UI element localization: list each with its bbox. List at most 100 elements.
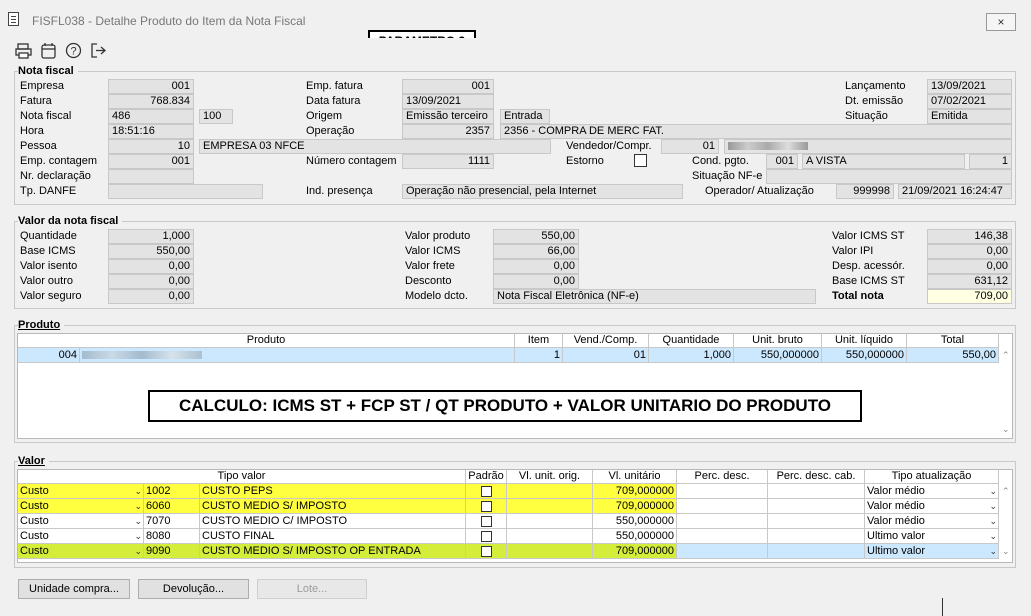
nr-declaracao-field[interactable] (108, 169, 194, 184)
valor-row-vl-unit[interactable]: 709,000000 (593, 499, 677, 514)
col-item[interactable]: Item (515, 334, 563, 348)
desp-acessor-field[interactable]: 0,00 (927, 259, 1012, 274)
valor-row-vl-orig[interactable] (507, 499, 593, 514)
origem-field[interactable]: Emissão terceiro (402, 109, 494, 124)
chevron-down-icon[interactable]: ⌄ (989, 484, 997, 498)
col-produto[interactable]: Produto (18, 334, 515, 348)
valor-row-vl-orig[interactable] (507, 529, 593, 544)
base-icms-field[interactable]: 550,00 (108, 244, 194, 259)
emp-fatura-field[interactable]: 001 (402, 79, 494, 94)
hora-field[interactable]: 18:51:16 (108, 124, 194, 139)
valor-produto-field[interactable]: 550,00 (493, 229, 579, 244)
modelo-field[interactable]: Nota Fiscal Eletrônica (NF-e) (493, 289, 816, 304)
valor-row-atualizacao[interactable]: Valor médio ⌄ (865, 499, 999, 514)
valor-row-tipo[interactable]: Custo ⌄ (18, 499, 144, 514)
operacao-desc-field[interactable]: 2356 - COMPRA DE MERC FAT. (500, 124, 1012, 139)
chevron-down-icon[interactable]: ⌄ (134, 544, 142, 558)
valor-row-vl-unit[interactable]: 709,000000 (593, 484, 677, 499)
valor-row-padrao[interactable] (466, 499, 507, 514)
produto-unit-bruto-cell[interactable]: 550,000000 (734, 348, 822, 363)
valor-row-vl-unit[interactable]: 550,000000 (593, 529, 677, 544)
produto-vend-cell[interactable]: 01 (563, 348, 649, 363)
col-vl-unitario[interactable]: Vl. unitário (593, 470, 677, 484)
cond-pgto-parc-field[interactable]: 1 (969, 154, 1012, 169)
total-nota-field[interactable]: 709,00 (927, 289, 1012, 304)
produto-quantidade-cell[interactable]: 1,000 (649, 348, 734, 363)
valor-ipi-field[interactable]: 0,00 (927, 244, 1012, 259)
valor-row-perc-desc-cab[interactable] (768, 499, 865, 514)
valor-row-perc-desc-cab[interactable] (768, 544, 865, 559)
tp-danfe-field[interactable] (108, 184, 263, 199)
produto-item-cell[interactable]: 1 (515, 348, 563, 363)
scroll-up-icon[interactable]: ⌃ (1002, 350, 1010, 361)
chevron-down-icon[interactable]: ⌄ (989, 514, 997, 528)
situacao-field[interactable]: Emitida (927, 109, 1012, 124)
valor-row-vl-orig[interactable] (507, 484, 593, 499)
chevron-down-icon[interactable]: ⌄ (989, 529, 997, 543)
valor-row-perc-desc-cab[interactable] (768, 529, 865, 544)
produto-name-cell[interactable] (80, 348, 515, 363)
valor-row-code[interactable]: 7070 (144, 514, 200, 529)
col-perc-desc[interactable]: Perc. desc. (677, 470, 768, 484)
scroll-up-icon[interactable]: ⌃ (1002, 486, 1010, 497)
scroll-down-icon[interactable]: ⌄ (1002, 546, 1010, 557)
valor-row-perc-desc[interactable] (677, 499, 768, 514)
situacao-nfe-field[interactable] (766, 169, 1012, 184)
valor-frete-field[interactable]: 0,00 (493, 259, 579, 274)
ind-presenca-field[interactable]: Operação não presencial, pela Internet (402, 184, 683, 199)
produto-total-cell[interactable]: 550,00 (907, 348, 999, 363)
valor-row-padrao[interactable] (466, 514, 507, 529)
valor-row-tipo[interactable]: Custo ⌄ (18, 484, 144, 499)
col-vl-unit-orig[interactable]: Vl. unit. orig. (507, 470, 593, 484)
chevron-down-icon[interactable]: ⌄ (134, 499, 142, 513)
valor-row-desc[interactable]: CUSTO MEDIO S/ IMPOSTO (200, 499, 466, 514)
chevron-down-icon[interactable]: ⌄ (989, 499, 997, 513)
base-icms-st-field[interactable]: 631,12 (927, 274, 1012, 289)
padrao-checkbox[interactable] (480, 515, 492, 527)
col-total[interactable]: Total (907, 334, 999, 348)
cond-pgto-code-field[interactable]: 001 (766, 154, 798, 169)
devolucao-button[interactable]: Devolução... (138, 579, 249, 599)
valor-row-padrao[interactable] (466, 484, 507, 499)
numero-contagem-field[interactable]: 1111 (402, 154, 494, 169)
valor-seguro-field[interactable]: 0,00 (108, 289, 194, 304)
padrao-checkbox[interactable] (480, 485, 492, 497)
desconto-field[interactable]: 0,00 (493, 274, 579, 289)
nota-fiscal-field[interactable]: 486 (108, 109, 194, 124)
col-quantidade[interactable]: Quantidade (649, 334, 734, 348)
valor-row-perc-desc-cab[interactable] (768, 484, 865, 499)
valor-row-perc-desc[interactable] (677, 514, 768, 529)
data-fatura-field[interactable]: 13/09/2021 (402, 94, 494, 109)
calendar-icon[interactable] (40, 42, 58, 60)
produto-code-cell[interactable]: 004 (18, 348, 80, 363)
vendedor-code-field[interactable]: 01 (661, 139, 719, 154)
close-button[interactable]: × (986, 13, 1016, 31)
produto-unit-liquido-cell[interactable]: 550,000000 (822, 348, 907, 363)
col-padrao[interactable]: Padrão (466, 470, 507, 484)
valor-row-tipo[interactable]: Custo ⌄ (18, 514, 144, 529)
help-icon[interactable]: ? (65, 42, 83, 60)
padrao-checkbox[interactable] (480, 545, 492, 557)
valor-row-atualizacao[interactable]: Valor médio ⌄ (865, 484, 999, 499)
valor-icms-st-field[interactable]: 146,38 (927, 229, 1012, 244)
emp-contagem-field[interactable]: 001 (108, 154, 194, 169)
valor-row-perc-desc[interactable] (677, 484, 768, 499)
padrao-checkbox[interactable] (480, 500, 492, 512)
valor-row-vl-unit[interactable]: 550,000000 (593, 514, 677, 529)
quantidade-field[interactable]: 1,000 (108, 229, 194, 244)
valor-row-code[interactable]: 6060 (144, 499, 200, 514)
col-unit-bruto[interactable]: Unit. bruto (734, 334, 822, 348)
operacao-code-field[interactable]: 2357 (402, 124, 494, 139)
valor-row-tipo[interactable]: Custo ⌄ (18, 529, 144, 544)
valor-row-code[interactable]: 9090 (144, 544, 200, 559)
pessoa-code-field[interactable]: 10 (108, 139, 194, 154)
unidade-compra-button[interactable]: Unidade compra... (18, 579, 130, 599)
lancamento-field[interactable]: 13/09/2021 (927, 79, 1012, 94)
valor-row-tipo[interactable]: Custo ⌄ (18, 544, 144, 559)
operador-field[interactable]: 999998 (836, 184, 894, 199)
col-unit-liquido[interactable]: Unit. líquido (822, 334, 907, 348)
valor-row-code[interactable]: 8080 (144, 529, 200, 544)
chevron-down-icon[interactable]: ⌄ (134, 529, 142, 543)
valor-row-vl-unit[interactable]: 709,000000 (593, 544, 677, 559)
serie-field[interactable]: 100 (199, 109, 233, 124)
